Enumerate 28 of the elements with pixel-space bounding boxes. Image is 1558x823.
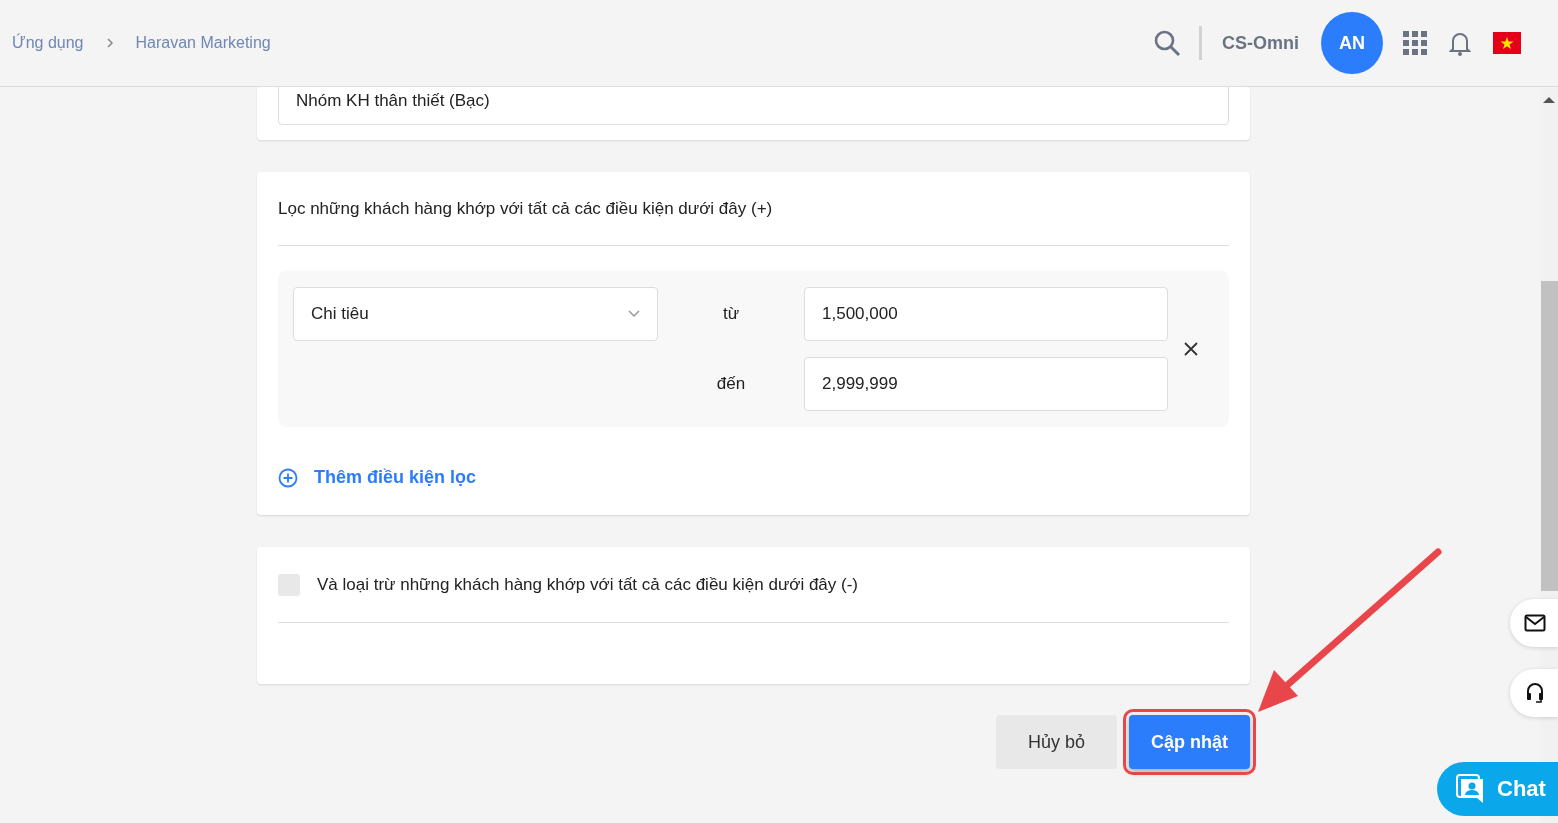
chat-icon — [1455, 773, 1485, 805]
mail-icon[interactable] — [1510, 599, 1558, 647]
from-label: từ — [722, 304, 740, 324]
store-name[interactable]: CS-Omni — [1222, 32, 1299, 54]
section-title: Và loại trừ những khách hàng khớp với tất cả các điều kiện dưới đây (-) — [317, 574, 859, 595]
to-label: đến — [716, 374, 746, 394]
breadcrumb-link[interactable]: Ứng dụng — [12, 34, 84, 52]
close-icon[interactable] — [1184, 342, 1198, 356]
input-field[interactable]: 1,500,000 — [804, 287, 1168, 341]
add-filter-link[interactable]: Thêm điều kiện lọc — [278, 467, 477, 488]
chat-button[interactable]: Chat — [1437, 762, 1558, 816]
scroll-up-icon[interactable] — [1543, 96, 1555, 104]
breadcrumb-link[interactable]: Haravan Marketing — [135, 34, 271, 52]
apps-grid-icon[interactable] — [1403, 31, 1427, 55]
bell-icon[interactable] — [1449, 30, 1471, 56]
input-field[interactable]: 2,999,999 — [804, 357, 1168, 411]
field-dropdown[interactable]: Chi tiêu — [293, 287, 658, 341]
chevron-right-icon — [105, 37, 114, 49]
plus-circle-icon — [278, 467, 298, 488]
user-avatar[interactable]: AN — [1321, 12, 1383, 74]
search-icon[interactable] — [1153, 29, 1181, 57]
section-title: Lọc những khách hàng khớp với tất cả các điều kiện dưới đây (+) — [278, 172, 1229, 246]
headset-icon[interactable] — [1510, 669, 1558, 717]
flag-icon[interactable] — [1493, 32, 1521, 54]
input-field[interactable]: Nhóm KH thân thiết (Bạc) — [278, 87, 1229, 125]
cancel-button[interactable]: Hủy bỏ — [996, 715, 1117, 769]
scrollbar-thumb[interactable] — [1541, 281, 1558, 591]
chevron-down-icon — [628, 310, 640, 318]
